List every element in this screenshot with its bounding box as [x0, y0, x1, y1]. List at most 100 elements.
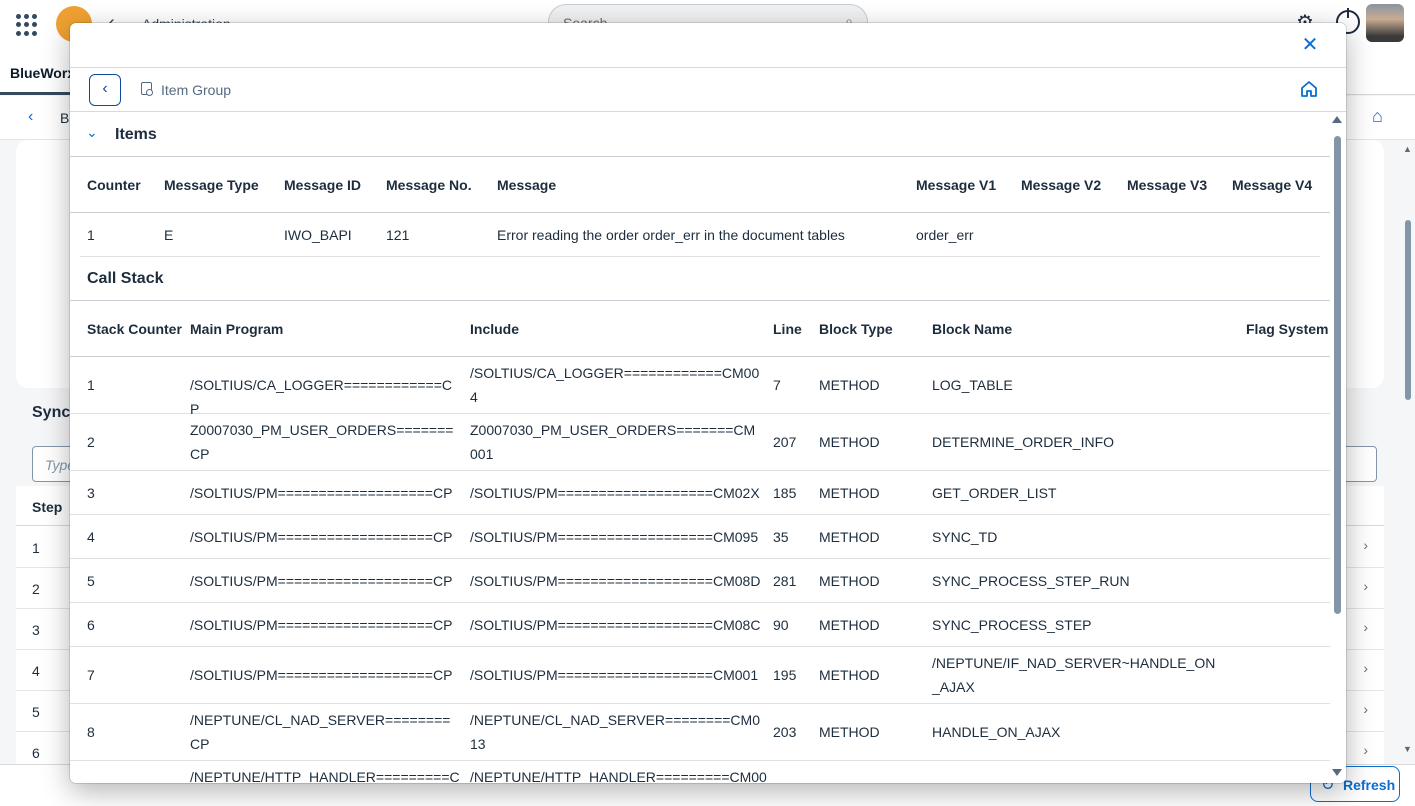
scroll-up-icon[interactable]	[1332, 116, 1342, 123]
cell-block-name: DETERMINE_ORDER_INFO	[932, 434, 1115, 450]
scroll-down-icon[interactable]: ▼	[1403, 744, 1412, 754]
back-icon[interactable]: ‹	[28, 108, 33, 126]
scroll-up-icon[interactable]: ▲	[1403, 144, 1412, 154]
cell-line: 203	[773, 724, 797, 740]
column-header: Main Program	[190, 321, 284, 337]
scroll-down-icon[interactable]	[1332, 769, 1342, 776]
tab-blueworx[interactable]: BlueWorx	[10, 65, 75, 81]
cell-line: 90	[773, 617, 789, 633]
cell-block-type: METHOD	[819, 485, 880, 501]
app-launcher-icon[interactable]	[16, 14, 38, 36]
cell-line: 185	[773, 485, 797, 501]
column-header: Message No.	[386, 177, 472, 193]
cell-block-type: METHOD	[819, 434, 880, 450]
cell-main-program: /SOLTIUS/PM===================CP	[190, 617, 453, 633]
table-row[interactable]: 7 /SOLTIUS/PM===================CP /SOLT…	[70, 647, 1330, 704]
cell-message-v1: order_err	[916, 227, 974, 243]
cell-stack-counter: 2	[87, 434, 95, 450]
cell-block-name: SYNC_PROCESS_STEP	[932, 617, 1092, 633]
document-search-icon	[141, 82, 153, 96]
cell-stack-counter: 1	[87, 377, 95, 393]
cell-block-type: METHOD	[819, 724, 880, 740]
cell-stack-counter: 7	[87, 667, 95, 683]
cell-block-name: GET_ORDER_LIST	[932, 485, 1057, 501]
cell-stack-counter: 3	[87, 485, 95, 501]
cell-line: 207	[773, 434, 797, 450]
scrollbar-thumb[interactable]	[1405, 220, 1411, 400]
cell-include: /SOLTIUS/PM===================CM08C	[470, 617, 761, 633]
cell-main-program: /SOLTIUS/PM===================CP	[190, 667, 453, 683]
cell-include: /NEPTUNE/HTTP_HANDLER=========CM00	[470, 769, 767, 783]
column-header: Block Type	[819, 321, 893, 337]
column-header: Message ID	[284, 177, 362, 193]
step-cell: 5	[32, 704, 40, 720]
items-section-title: Items	[115, 126, 157, 143]
cell-message: Error reading the order order_err in the…	[497, 227, 845, 243]
cell-message-no: 121	[386, 227, 410, 243]
cell-include: /SOLTIUS/PM===================CM095	[470, 529, 759, 545]
refresh-label: Refresh	[1343, 777, 1396, 793]
cell-main-program: /SOLTIUS/PM===================CP	[190, 529, 453, 545]
cell-main-program: /NEPTUNE/HTTP_HANDLER=========C	[190, 769, 460, 783]
column-header: Message	[497, 177, 557, 193]
column-header: Message V1	[916, 177, 997, 193]
column-header: Flag System	[1246, 321, 1329, 337]
column-header-step: Step	[32, 499, 63, 515]
cell-block-type: METHOD	[819, 529, 880, 545]
back-button[interactable]: ‹	[89, 74, 121, 106]
cell-line: 35	[773, 529, 789, 545]
cell-main-program: /SOLTIUS/PM===================CP	[190, 485, 453, 501]
table-row[interactable]: 1 E IWO_BAPI 121 Error reading the order…	[80, 213, 1320, 257]
cell-message-id: IWO_BAPI	[284, 227, 352, 243]
cell-block-type: METHOD	[819, 617, 880, 633]
column-header: Include	[470, 321, 520, 337]
cell-include: /SOLTIUS/PM===================CM001	[470, 667, 759, 683]
column-header: Stack Counter	[87, 321, 182, 337]
table-row[interactable]: 5 /SOLTIUS/PM===================CP /SOLT…	[70, 559, 1330, 603]
cell-block-name: LOG_TABLE	[932, 377, 1013, 393]
close-icon[interactable]: ✕	[1300, 35, 1320, 55]
home-icon[interactable]: ⌂	[1372, 106, 1383, 127]
chevron-down-icon[interactable]: ⌄	[86, 124, 98, 141]
table-row[interactable]: 3 /SOLTIUS/PM===================CP /SOLT…	[70, 471, 1330, 515]
chevron-right-icon: ›	[1363, 537, 1368, 553]
chevron-right-icon: ›	[1363, 578, 1368, 594]
table-row[interactable]: 4 /SOLTIUS/PM===================CP /SOLT…	[70, 515, 1330, 559]
table-row[interactable]: 8 /NEPTUNE/CL_NAD_SERVER========CP /NEPT…	[70, 704, 1330, 761]
cell-include: /SOLTIUS/CA_LOGGER============CM004	[470, 365, 760, 405]
scrollbar-thumb[interactable]	[1334, 136, 1341, 614]
dialog-nav-bar: ‹ Item Group	[70, 68, 1346, 112]
dialog-scrollbar[interactable]	[1330, 112, 1346, 783]
step-cell: 2	[32, 581, 40, 597]
dialog-content: ⌄ Items Counter Message Type Message ID …	[70, 112, 1330, 783]
chevron-right-icon: ›	[1363, 742, 1368, 758]
avatar[interactable]	[1366, 4, 1404, 42]
column-header: Block Name	[932, 321, 1013, 337]
items-section-header[interactable]: ⌄ Items	[70, 112, 1330, 157]
cell-block-name: SYNC_TD	[932, 529, 998, 545]
cell-main-program: /SOLTIUS/PM===================CP	[190, 573, 453, 589]
dialog-header: ✕	[70, 23, 1346, 68]
call-stack-title: Call Stack	[87, 270, 164, 287]
cell-stack-counter: 6	[87, 617, 95, 633]
step-cell: 4	[32, 663, 40, 679]
column-header: Counter	[87, 177, 141, 193]
call-stack-table-header: Stack Counter Main Program Include Line …	[70, 301, 1330, 357]
cell-block-type: METHOD	[819, 667, 880, 683]
cell-main-program: Z0007030_PM_USER_ORDERS=======CP	[190, 422, 454, 462]
page-scrollbar[interactable]: ▲ ▼	[1400, 140, 1415, 765]
cell-block-type: METHOD	[819, 573, 880, 589]
cell-stack-counter: 8	[87, 724, 95, 740]
cell-block-type: METHOD	[819, 377, 880, 393]
column-header: Message Type	[164, 177, 259, 193]
table-row[interactable]: 2 Z0007030_PM_USER_ORDERS=======CP Z0007…	[70, 414, 1330, 471]
items-table-header: Counter Message Type Message ID Message …	[70, 157, 1330, 213]
step-cell: 1	[32, 540, 40, 556]
home-icon[interactable]	[1300, 80, 1318, 101]
table-row[interactable]: /NEPTUNE/HTTP_HANDLER=========C /NEPTUNE…	[70, 761, 1330, 783]
table-row[interactable]: 1 /SOLTIUS/CA_LOGGER============CP /SOLT…	[70, 357, 1330, 417]
column-header: Message V3	[1127, 177, 1208, 193]
table-row[interactable]: 6 /SOLTIUS/PM===================CP /SOLT…	[70, 603, 1330, 647]
cell-include: /SOLTIUS/PM===================CM08D	[470, 573, 761, 589]
sync-section-title: Sync	[32, 404, 71, 421]
